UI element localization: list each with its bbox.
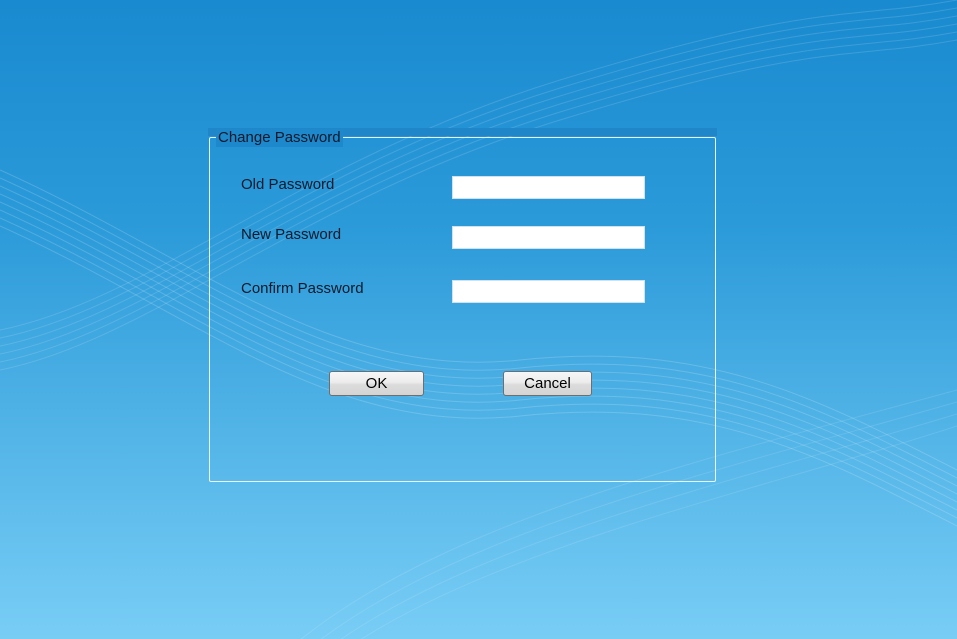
new-password-label: New Password bbox=[241, 226, 342, 243]
new-password-input[interactable] bbox=[452, 226, 645, 249]
confirm-password-label: Confirm Password bbox=[241, 280, 364, 297]
old-password-label: Old Password bbox=[241, 176, 335, 193]
confirm-password-input[interactable] bbox=[452, 280, 645, 303]
old-password-input[interactable] bbox=[452, 176, 645, 199]
dialog-title: Change Password bbox=[216, 129, 343, 147]
cancel-button[interactable]: Cancel bbox=[503, 371, 592, 396]
ok-button[interactable]: OK bbox=[329, 371, 424, 396]
